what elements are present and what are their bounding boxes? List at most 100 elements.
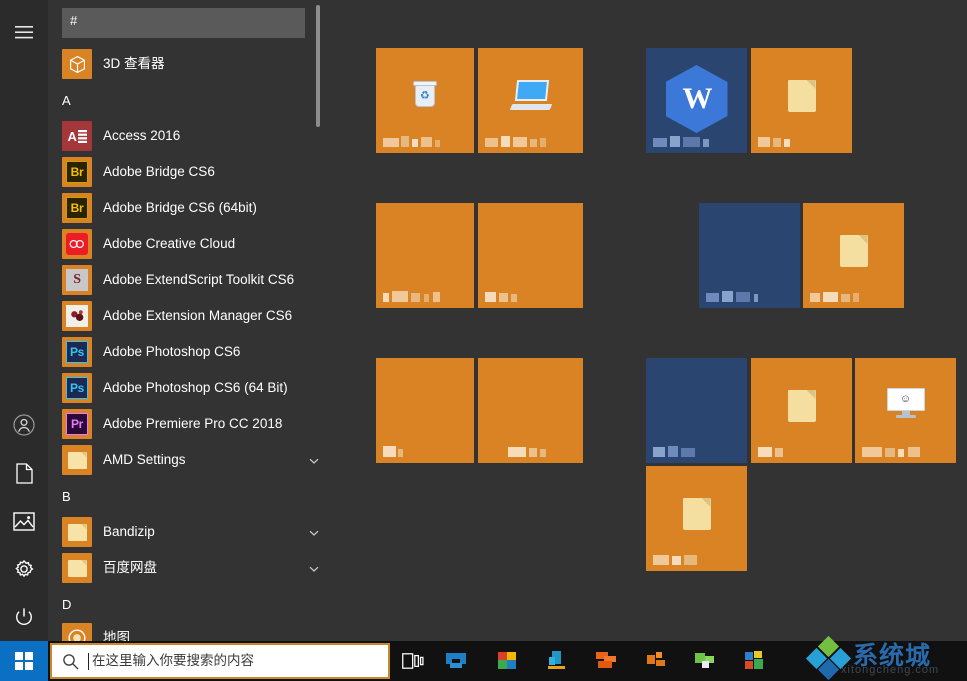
list-item[interactable]: S Adobe ExtendScript Toolkit CS6 [48,262,336,298]
app-list-section-b: B [62,489,71,504]
taskbar-app-7[interactable] [742,649,766,673]
picture-icon [13,511,35,531]
app-list-scrollbar-thumb[interactable] [316,5,320,127]
list-item-label: 百度网盘 [103,560,157,575]
monitor-icon: ☺ [886,388,925,418]
taskbar-app-1[interactable] [444,649,468,673]
app-list-section-d: D [62,597,72,612]
task-view-icon[interactable] [402,652,424,670]
list-item[interactable]: Pr Adobe Premiere Pro CC 2018 [48,406,336,442]
sidebar-item-settings[interactable] [0,545,48,593]
windows-logo-icon [15,652,33,670]
cube-icon [62,49,92,79]
list-item-label: Adobe Photoshop CS6 (64 Bit) [103,380,288,395]
power-icon [14,607,34,627]
site-watermark: 系统城 xitongcheng.com [803,633,963,681]
hamburger-button[interactable] [0,8,48,56]
premiere-icon: Pr [62,409,92,439]
folder-icon [682,498,711,530]
list-item-label: 3D 查看器 [103,56,165,71]
access-icon: A [62,121,92,151]
recycle-bin-icon: ♻ [412,80,438,108]
search-placeholder: 在这里输入你要搜索的内容 [92,653,254,668]
list-item[interactable]: 地图 [48,620,336,641]
blank-tile-4[interactable] [478,358,583,463]
folder-icon [787,80,816,112]
blue-tile-1[interactable] [699,203,800,308]
folder-icon [839,235,868,267]
list-item[interactable]: Adobe Extension Manager CS6 [48,298,336,334]
folder-icon [62,553,92,583]
folder-tile-4[interactable] [646,466,747,571]
tile-label-blurred [508,446,568,459]
list-item[interactable]: 3D 查看器 [48,46,336,82]
recycle-bin-tile[interactable]: ♻ [376,48,474,153]
tile-label-blurred [758,136,818,149]
list-item-label: AMD Settings [103,452,186,467]
monitor-tile[interactable]: ☺ [855,358,956,463]
gear-icon [13,558,35,580]
extendscript-icon: S [62,265,92,295]
list-item-label: 地图 [103,630,130,641]
sidebar-item-pictures[interactable] [0,497,48,545]
user-account-icon [13,414,35,436]
bridge-icon: Br [62,193,92,223]
list-item-label: Adobe Bridge CS6 [103,164,215,179]
list-item[interactable]: A Access 2016 [48,118,336,154]
tile-label-blurred [383,446,409,459]
taskbar-app-6[interactable] [693,649,717,673]
blank-tile-1[interactable] [376,203,474,308]
list-item[interactable]: Br Adobe Bridge CS6 (64bit) [48,190,336,226]
list-item[interactable]: Adobe Creative Cloud [48,226,336,262]
blue-tile-2[interactable] [646,358,747,463]
sidebar-item-power[interactable] [0,593,48,641]
start-button[interactable] [0,641,48,681]
blank-tile-2[interactable] [478,203,583,308]
taskbar-app-5[interactable] [645,649,669,673]
app-list-scrollbar[interactable] [314,0,326,641]
list-item[interactable]: AMD Settings [48,442,336,478]
list-item-label: Access 2016 [103,128,181,143]
smiley-glyph: ☺ [899,393,912,405]
this-pc-tile[interactable] [478,48,583,153]
list-item[interactable]: Br Adobe Bridge CS6 [48,154,336,190]
folder-tile-1[interactable] [751,48,852,153]
list-item[interactable]: Ps Adobe Photoshop CS6 (64 Bit) [48,370,336,406]
sidebar-item-documents[interactable] [0,449,48,497]
photoshop-icon: Ps [62,337,92,367]
folder-tile-3[interactable] [751,358,852,463]
taskbar-search-box[interactable]: 在这里输入你要搜索的内容 [50,643,390,679]
taskbar-app-2[interactable] [495,649,519,673]
list-item-label: Bandizip [103,524,155,539]
text-caret [88,652,89,670]
app-list-section-hash: # [62,8,305,38]
list-item-label: Adobe Premiere Pro CC 2018 [103,416,283,431]
taskbar-app-3[interactable] [545,649,569,673]
list-item-label: Adobe Bridge CS6 (64bit) [103,200,257,215]
tile-label-blurred [485,136,569,149]
sidebar-item-account[interactable] [0,401,48,449]
list-item[interactable]: 百度网盘 [48,550,336,586]
blank-tile-3[interactable] [376,358,474,463]
tile-label-blurred [706,291,778,304]
folder-icon [62,517,92,547]
maps-icon [62,623,92,641]
folder-tile-2[interactable] [803,203,904,308]
watermark-subtext: xitongcheng.com [841,664,940,676]
list-item-label: Adobe ExtendScript Toolkit CS6 [103,272,295,287]
app-list-section-a: A [62,93,71,108]
tile-label-blurred [758,446,802,459]
list-item[interactable]: Ps Adobe Photoshop CS6 [48,334,336,370]
taskbar-app-4[interactable] [594,649,618,673]
list-item[interactable]: Bandizip [48,514,336,550]
tile-label-blurred [653,446,715,459]
tile-label-blurred [810,291,886,304]
list-item-label: Adobe Extension Manager CS6 [103,308,293,323]
app-list[interactable]: # 3D 查看器 A A Access 2016 Br Adobe Bridge… [48,0,336,641]
start-menu: # 3D 查看器 A A Access 2016 Br Adobe Bridge… [0,0,967,641]
document-icon [15,462,33,484]
creative-cloud-icon [62,229,92,259]
folder-icon [787,390,816,422]
tile-label-blurred [862,446,942,459]
wps-office-tile[interactable]: W [646,48,747,153]
